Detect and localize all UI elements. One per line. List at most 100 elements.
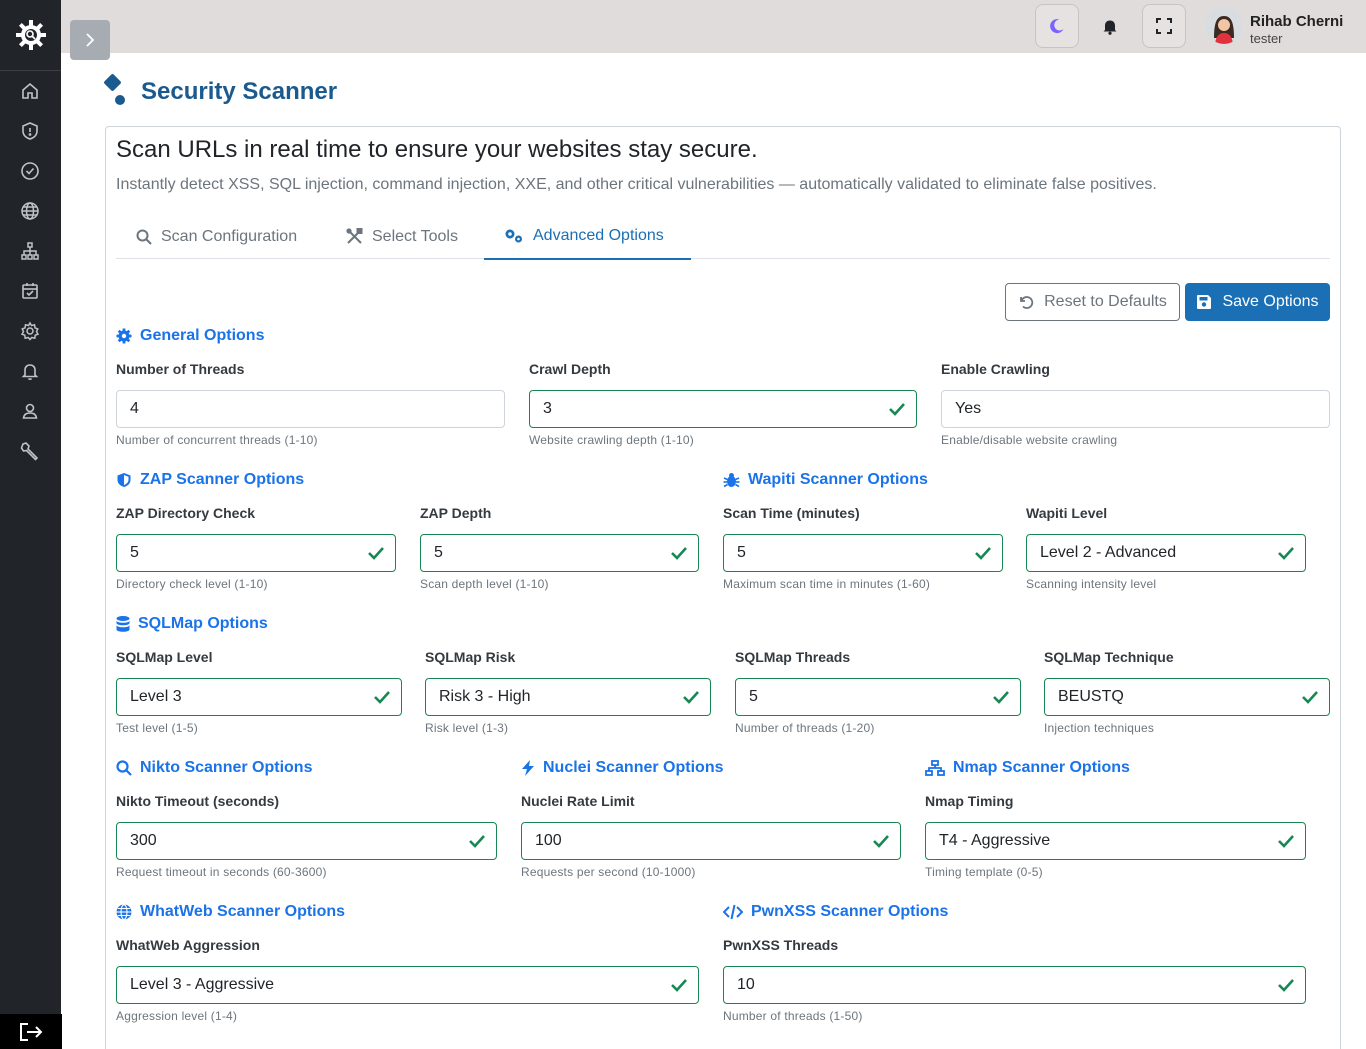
- settings-icon[interactable]: [18, 319, 42, 343]
- check-icon: [993, 691, 1009, 704]
- zap-dir-check-input[interactable]: 5: [116, 534, 396, 572]
- wapiti-scan-time-label: Scan Time (minutes): [723, 505, 860, 521]
- check-icon: [873, 835, 889, 848]
- save-options-button[interactable]: Save Options: [1185, 283, 1330, 321]
- crawling-help: Enable/disable website crawling: [941, 433, 1118, 447]
- bell-icon[interactable]: [18, 359, 42, 383]
- field-value: BEUSTQ: [1058, 688, 1124, 705]
- shield-icon[interactable]: [18, 119, 42, 143]
- tab-scan-configuration[interactable]: Scan Configuration: [136, 214, 297, 259]
- threads-input[interactable]: 4: [116, 390, 505, 428]
- shield-icon: [117, 473, 131, 487]
- fullscreen-button[interactable]: [1142, 4, 1186, 48]
- zap-depth-input[interactable]: 5: [420, 534, 699, 572]
- threads-help: Number of concurrent threads (1-10): [116, 433, 318, 447]
- check-icon: [374, 691, 390, 704]
- check-icon: [975, 547, 991, 560]
- check-icon: [368, 547, 384, 560]
- nmap-timing-label: Nmap Timing: [925, 793, 1014, 809]
- pwnxss-threads-input[interactable]: 10: [723, 966, 1306, 1004]
- field-value: 3: [543, 400, 552, 417]
- cogs-icon: [505, 229, 522, 243]
- search-icon: [136, 229, 152, 245]
- sqlmap-technique-label: SQLMap Technique: [1044, 649, 1174, 665]
- whatweb-aggression-select[interactable]: Level 3 - Aggressive: [116, 966, 699, 1004]
- user-role: tester: [1250, 31, 1283, 46]
- field-value: Level 3 - Aggressive: [130, 976, 275, 993]
- check-icon: [671, 547, 687, 560]
- check-circle-icon[interactable]: [18, 159, 42, 183]
- sqlmap-level-select[interactable]: Level 3: [116, 678, 402, 716]
- field-value: T4 - Aggressive: [939, 832, 1051, 849]
- nuclei-rate-input[interactable]: 100: [521, 822, 901, 860]
- sidebar: [0, 0, 62, 1049]
- sqlmap-risk-help: Risk level (1-3): [425, 721, 509, 735]
- nmap-options-title: Nmap Scanner Options: [925, 758, 1130, 778]
- globe-icon[interactable]: [18, 199, 42, 223]
- sqlmap-threads-help: Number of threads (1-20): [735, 721, 875, 735]
- crawl-depth-label: Crawl Depth: [529, 361, 611, 377]
- bell-icon: [1103, 20, 1117, 35]
- section-title-text: ZAP Scanner Options: [140, 471, 305, 488]
- page-title-icon: [103, 73, 127, 107]
- wapiti-level-select[interactable]: Level 2 - Advanced: [1026, 534, 1306, 572]
- network-icon: [925, 760, 945, 776]
- nmap-timing-select[interactable]: T4 - Aggressive: [925, 822, 1306, 860]
- dark-mode-toggle[interactable]: [1035, 4, 1079, 48]
- section-title-text: SQLMap Options: [138, 615, 268, 632]
- sidebar-toggle-button[interactable]: [70, 20, 110, 60]
- section-title-text: General Options: [140, 327, 265, 344]
- avatar[interactable]: [1206, 8, 1242, 44]
- wapiti-level-help: Scanning intensity level: [1026, 577, 1157, 591]
- app-logo[interactable]: [0, 0, 61, 71]
- threads-label: Number of Threads: [116, 361, 245, 377]
- wapiti-scan-time-input[interactable]: 5: [723, 534, 1003, 572]
- zap-dir-check-label: ZAP Directory Check: [116, 505, 256, 521]
- nikto-options-title: Nikto Scanner Options: [116, 758, 312, 778]
- sqlmap-technique-input[interactable]: BEUSTQ: [1044, 678, 1330, 716]
- save-label: Save Options: [1222, 293, 1319, 310]
- card-subline: Instantly detect XSS, SQL injection, com…: [116, 176, 1157, 193]
- check-icon: [1278, 547, 1294, 560]
- undo-icon: [1020, 296, 1034, 309]
- sqlmap-options-title: SQLMap Options: [116, 614, 268, 634]
- page-title: Security Scanner: [141, 78, 338, 105]
- logout-button[interactable]: [0, 1014, 62, 1049]
- wrench-icon[interactable]: [18, 439, 42, 463]
- crawl-depth-input[interactable]: 3: [529, 390, 917, 428]
- crawling-label: Enable Crawling: [941, 361, 1050, 377]
- tab-select-tools[interactable]: Select Tools: [346, 214, 458, 259]
- crawling-select[interactable]: Yes: [941, 390, 1330, 428]
- field-value: Level 2 - Advanced: [1040, 544, 1177, 561]
- wapiti-scan-time-help: Maximum scan time in minutes (1-60): [723, 577, 931, 591]
- nikto-timeout-help: Request timeout in seconds (60-3600): [116, 865, 327, 879]
- calendar-check-icon[interactable]: [18, 279, 42, 303]
- wapiti-level-label: Wapiti Level: [1026, 505, 1108, 521]
- tab-label: Advanced Options: [533, 227, 664, 244]
- sitemap-icon[interactable]: [18, 239, 42, 263]
- field-value: Yes: [955, 400, 982, 417]
- zap-depth-label: ZAP Depth: [420, 505, 492, 521]
- sqlmap-level-label: SQLMap Level: [116, 649, 213, 665]
- home-icon[interactable]: [18, 79, 42, 103]
- sqlmap-risk-select[interactable]: Risk 3 - High: [425, 678, 711, 716]
- nmap-timing-help: Timing template (0-5): [925, 865, 1043, 879]
- field-value: 5: [130, 544, 139, 561]
- field-value: 5: [749, 688, 758, 705]
- chevron-right-icon: [86, 33, 95, 47]
- field-value: 10: [737, 976, 755, 993]
- reset-defaults-button[interactable]: Reset to Defaults: [1005, 283, 1180, 321]
- tab-label: Select Tools: [372, 227, 458, 245]
- user-icon[interactable]: [18, 399, 42, 423]
- crawl-depth-help: Website crawling depth (1-10): [529, 433, 694, 447]
- sqlmap-technique-help: Injection techniques: [1044, 721, 1155, 735]
- tabs: Scan Configuration Select Tools Advanced…: [116, 214, 1330, 260]
- notifications-button[interactable]: [1088, 4, 1132, 48]
- check-icon: [469, 835, 485, 848]
- check-icon: [1278, 979, 1294, 992]
- tools-icon: [346, 228, 363, 244]
- sqlmap-threads-input[interactable]: 5: [735, 678, 1021, 716]
- nikto-timeout-input[interactable]: 300: [116, 822, 497, 860]
- tab-advanced-options[interactable]: Advanced Options: [484, 214, 691, 260]
- gear-shield-logo-icon: [15, 20, 46, 50]
